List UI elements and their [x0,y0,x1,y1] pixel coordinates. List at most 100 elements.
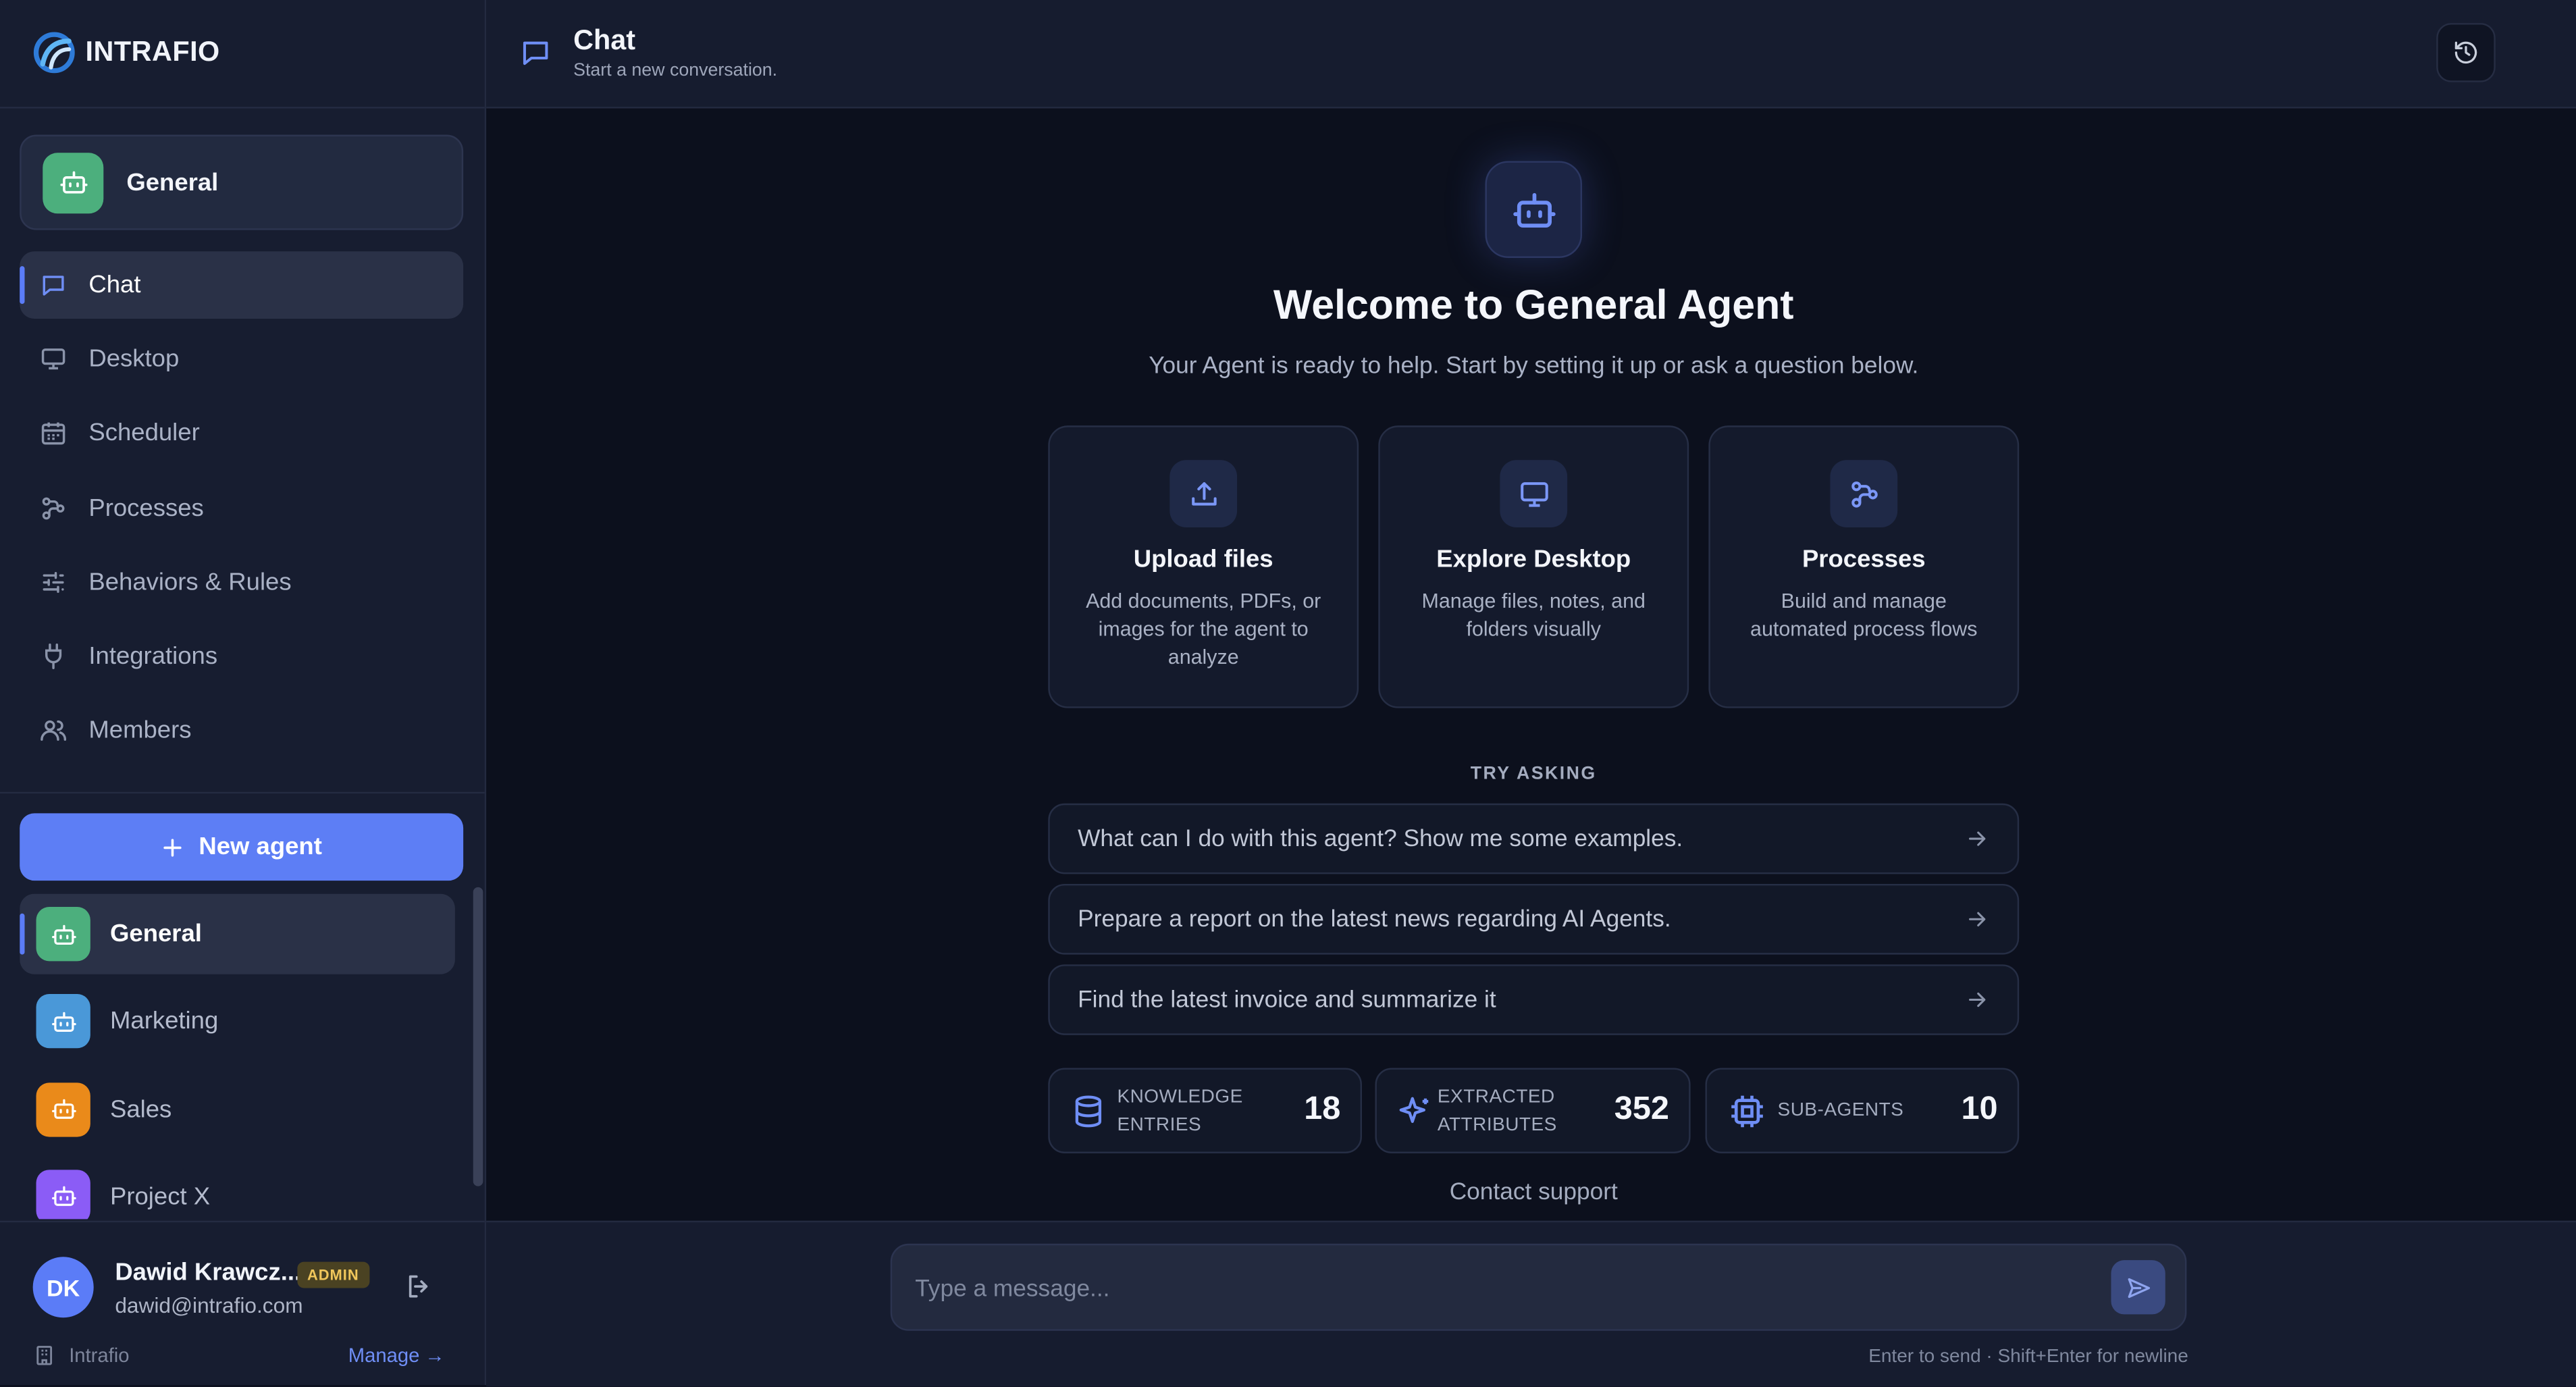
sidebar-item-behaviors-rules[interactable]: Behaviors & Rules [20,548,463,616]
sidebar-item-processes[interactable]: Processes [20,474,463,542]
bot-icon [36,907,90,962]
page-header: Chat Start a new conversation. [486,0,2576,109]
sidebar-item-label: Behaviors & Rules [88,568,292,596]
workflow-icon [39,494,67,521]
stat-sub-agents[interactable]: SUB-AGENTS 10 [1705,1068,2020,1153]
send-button[interactable] [2111,1260,2165,1315]
divider [0,107,485,109]
brand[interactable]: INTRAFIO [33,26,220,79]
processes-card[interactable]: Processes Build and manage automated pro… [1708,425,2020,708]
stat-label: SUB-AGENTS [1777,1101,1904,1121]
sidebar-item-label: Integrations [88,642,218,671]
arrow-right-icon [1965,827,1989,851]
brand-name: INTRAFIO [85,36,220,68]
organization-name: Intrafio [69,1344,130,1367]
suggested-prompt[interactable]: Find the latest invoice and summarize it [1048,964,2020,1035]
stat-label: KNOWLEDGE ENTRIES [1117,1087,1243,1136]
bot-icon [36,1082,90,1136]
sidebar-item-label: Chat [88,271,141,299]
try-asking-label: TRY ASKING [1470,764,1597,784]
chat-bubble-icon [39,271,67,298]
history-icon [2453,39,2479,66]
chat-main: Welcome to General Agent Your Agent is r… [486,108,2576,1221]
prompt-text: Find the latest invoice and summarize it [1078,987,1496,1013]
agent-item-marketing[interactable]: Marketing [20,981,455,1062]
feature-title: Explore Desktop [1436,545,1631,574]
agent-item-general[interactable]: General [20,893,455,974]
feature-description: Manage files, notes, and folders visuall… [1421,590,1646,641]
chat-bubble-icon [519,36,552,70]
agent-item-label: Project X [110,1182,211,1211]
sidebar-item-desktop[interactable]: Desktop [20,325,463,393]
role-badge: ADMIN [297,1261,369,1288]
sparkles-icon [1398,1093,1433,1130]
feature-title: Processes [1802,545,1926,574]
stat-extracted-attributes[interactable]: EXTRACTED ATTRIBUTES 352 [1375,1068,1691,1153]
sidebar-item-members[interactable]: Members [20,697,463,764]
arrow-right-icon [1965,907,1989,931]
prompt-text: Prepare a report on the latest news rega… [1078,906,1671,933]
plus-icon [161,835,184,858]
manage-link[interactable]: Manage → [348,1344,445,1367]
stat-knowledge-entries[interactable]: KNOWLEDGE ENTRIES 18 [1048,1068,1362,1153]
bot-icon [1485,161,1583,258]
sidebar-item-label: Members [88,716,192,745]
current-agent-name: General [126,168,219,197]
stat-value: 18 [1304,1091,1341,1128]
stat-label: EXTRACTED ATTRIBUTES [1437,1087,1557,1136]
user-name: Dawid Krawcz... [115,1258,302,1287]
app-root: INTRAFIO General Chat Desktop Scheduler … [0,0,2576,1387]
agent-item-label: Sales [110,1095,172,1124]
welcome-subtitle: Your Agent is ready to help. Start by se… [1149,353,1919,380]
feature-title: Upload files [1133,545,1273,574]
monitor-icon [39,345,67,373]
send-icon [2125,1274,2151,1301]
bot-icon [36,994,90,1049]
agent-list-scrollbar[interactable] [473,887,483,1186]
plug-icon [39,642,67,670]
divider [0,791,485,794]
upload-files-card[interactable]: Upload files Add documents, PDFs, or ima… [1048,425,1359,708]
sidebar-item-integrations[interactable]: Integrations [20,623,463,690]
new-agent-button[interactable]: New agent [20,813,464,881]
user-email: dawid@intrafio.com [115,1292,303,1318]
agent-item-label: General [110,920,202,948]
sidebar: INTRAFIO General Chat Desktop Scheduler … [0,0,487,1386]
message-input[interactable] [912,1261,2101,1318]
agent-item-project-x[interactable]: Project X [20,1157,455,1220]
workflow-icon [1830,460,1898,528]
building-icon [33,1344,56,1367]
sidebar-nav: Chat Desktop Scheduler Processes Behavio… [20,251,464,771]
feature-description: Add documents, PDFs, or images for the a… [1086,590,1321,669]
sidebar-item-chat[interactable]: Chat [20,251,464,319]
suggested-prompt[interactable]: What can I do with this agent? Show me s… [1048,803,2020,874]
bot-icon [36,1170,90,1220]
bot-icon [43,152,104,213]
sliders-icon [39,568,67,596]
contact-support-link[interactable]: Contact support [486,1180,2576,1206]
users-icon [39,716,67,744]
composer-hint: Enter to send · Shift+Enter for newline [1868,1347,2188,1367]
new-agent-label: New agent [199,833,322,861]
current-agent-card[interactable]: General [20,134,464,230]
sidebar-item-label: Processes [88,494,204,522]
upload-icon [1169,460,1238,528]
page-title: Chat [573,24,636,56]
sidebar-item-label: Desktop [88,345,180,373]
agent-item-label: Marketing [110,1007,219,1036]
calendar-icon [39,419,67,447]
feature-description: Build and manage automated process flows [1750,590,1978,641]
agent-item-sales[interactable]: Sales [20,1069,455,1149]
sidebar-item-scheduler[interactable]: Scheduler [20,400,463,467]
suggested-prompt[interactable]: Prepare a report on the latest news rega… [1048,883,2020,955]
arrow-right-icon [1965,987,1989,1012]
intrafio-logo-icon [33,31,76,74]
avatar[interactable]: DK [32,1257,94,1318]
logout-icon[interactable] [404,1272,438,1305]
database-icon [1071,1093,1105,1130]
page-subtitle: Start a new conversation. [573,61,778,81]
message-composer [890,1243,2187,1331]
history-button[interactable] [2436,23,2496,82]
welcome-title: Welcome to General Agent [1273,282,1794,329]
explore-desktop-card[interactable]: Explore Desktop Manage files, notes, and… [1378,425,1689,708]
